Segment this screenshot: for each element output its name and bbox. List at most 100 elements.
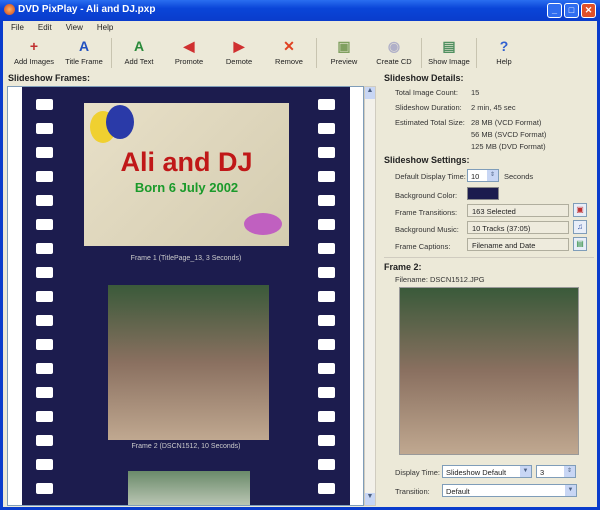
- create-cd-button[interactable]: ◉ Create CD: [369, 36, 419, 70]
- frame-3-thumbnail[interactable]: [128, 471, 250, 505]
- spinner-arrows-icon[interactable]: ⇕: [564, 466, 575, 477]
- show-image-icon: ▤: [442, 38, 456, 54]
- frame-title: Frame 2:: [384, 262, 422, 272]
- remove-icon: ✕: [283, 38, 295, 54]
- menu-view[interactable]: View: [66, 23, 83, 32]
- music-field: 10 Tracks (37:05): [467, 221, 569, 234]
- transition-selected: Default: [446, 487, 470, 496]
- default-display-time-spinner[interactable]: 10 ⇕: [467, 169, 499, 182]
- sprocket-hole: [318, 267, 335, 278]
- toolbar-label: Add Images: [13, 57, 55, 66]
- minimize-button[interactable]: _: [547, 3, 562, 18]
- maximize-button[interactable]: □: [564, 3, 579, 18]
- sprocket-hole: [318, 363, 335, 374]
- captions-field: Filename and Date: [467, 238, 569, 251]
- balloon-blue: [106, 105, 134, 139]
- sprocket-hole: [318, 99, 335, 110]
- detail-value: 15: [471, 88, 480, 97]
- sprocket-hole: [36, 195, 53, 206]
- sprocket-hole: [36, 435, 53, 446]
- frame-seconds-spinner[interactable]: 3 ⇕: [536, 465, 576, 478]
- promote-button[interactable]: ◀ Promote: [164, 36, 214, 70]
- display-time-selected: Slideshow Default: [446, 468, 507, 477]
- sprocket-hole: [318, 339, 335, 350]
- demote-button[interactable]: ▶ Demote: [214, 36, 264, 70]
- toolbar: + Add Images A Title Frame A Add Text ◀ Promote…: [9, 36, 529, 70]
- sprocket-hole: [36, 315, 53, 326]
- add-images-button[interactable]: + Add Images: [9, 36, 59, 70]
- frame-transition-label: Transition:: [395, 487, 430, 496]
- frame-transition-select[interactable]: Default ▼: [442, 484, 577, 497]
- detail-value: 125 MB (DVD Format): [471, 142, 546, 151]
- display-time-label: Default Display Time:: [395, 172, 466, 181]
- sprocket-hole: [36, 363, 53, 374]
- promote-icon: ◀: [183, 38, 195, 54]
- add-text-icon: A: [133, 38, 145, 54]
- toolbar-label: Promote: [174, 57, 204, 66]
- toolbar-separator: [111, 38, 112, 68]
- title-card-subtitle: Born 6 July 2002: [134, 180, 239, 195]
- help-icon: ?: [499, 38, 509, 54]
- sprocket-hole: [318, 387, 335, 398]
- close-button[interactable]: ✕: [581, 3, 596, 18]
- toolbar-label: Remove: [275, 57, 303, 66]
- menu-help[interactable]: Help: [97, 23, 113, 32]
- sprocket-hole: [318, 147, 335, 158]
- sprocket-hole: [318, 171, 335, 182]
- sprocket-hole: [36, 411, 53, 422]
- frame-2-thumbnail[interactable]: [108, 285, 269, 440]
- sprocket-hole: [318, 219, 335, 230]
- detail-value: 56 MB (SVCD Format): [471, 130, 547, 139]
- detail-label: Slideshow Duration:: [395, 103, 462, 112]
- title-frame-button[interactable]: A Title Frame: [59, 36, 109, 70]
- toolbar-separator: [316, 38, 317, 68]
- background-color-swatch[interactable]: [467, 187, 499, 200]
- sprocket-hole: [318, 411, 335, 422]
- app-icon: [4, 4, 15, 15]
- add-text-button[interactable]: A Add Text: [114, 36, 164, 70]
- frames-panel-title: Slideshow Frames:: [8, 73, 91, 83]
- scroll-up-button[interactable]: ▲: [365, 87, 375, 99]
- sprocket-hole: [318, 483, 335, 494]
- frames-list[interactable]: Ali and DJ Born 6 July 2002 Frame 1 (Tit…: [7, 86, 364, 506]
- menu-edit[interactable]: Edit: [38, 23, 52, 32]
- remove-button[interactable]: ✕ Remove: [264, 36, 314, 70]
- frame-display-time-select[interactable]: Slideshow Default ▼: [442, 465, 532, 478]
- toolbar-label: Add Text: [124, 57, 154, 66]
- sprocket-hole: [36, 171, 53, 182]
- sprocket-hole: [36, 219, 53, 230]
- sprocket-hole: [36, 123, 53, 134]
- sprocket-hole: [36, 267, 53, 278]
- scroll-down-button[interactable]: ▼: [365, 493, 375, 505]
- app-window: DVD PixPlay - Ali and DJ.pxp _ □ ✕ File …: [0, 0, 600, 510]
- frame-1-thumbnail[interactable]: Ali and DJ Born 6 July 2002: [84, 103, 289, 246]
- film-strip: Ali and DJ Born 6 July 2002 Frame 1 (Tit…: [22, 87, 350, 505]
- sprocket-hole: [36, 147, 53, 158]
- sprocket-hole: [36, 483, 53, 494]
- add-images-icon: +: [29, 38, 39, 54]
- toolbar-separator: [476, 38, 477, 68]
- transitions-label: Frame Transitions:: [395, 208, 458, 217]
- title-card-name: Ali and DJ: [120, 147, 253, 177]
- chevron-down-icon: ▼: [565, 485, 576, 496]
- show-image-button[interactable]: ▤ Show Image: [424, 36, 474, 70]
- captions-button[interactable]: ▤: [573, 237, 587, 251]
- music-button[interactable]: ♫: [573, 220, 587, 234]
- sprocket-hole: [318, 195, 335, 206]
- help-button[interactable]: ? Help: [479, 36, 529, 70]
- frames-scrollbar[interactable]: ▲ ▼: [364, 86, 376, 506]
- sprocket-hole: [36, 291, 53, 302]
- frame-filename: Filename: DSCN1512.JPG: [395, 275, 485, 284]
- captions-label: Frame Captions:: [395, 242, 451, 251]
- menu-file[interactable]: File: [11, 23, 24, 32]
- transitions-field: 163 Selected: [467, 204, 569, 217]
- toolbar-label: Create CD: [376, 57, 412, 66]
- sprocket-hole: [318, 459, 335, 470]
- spinner-arrows-icon[interactable]: ⇕: [487, 170, 498, 181]
- sprocket-hole: [36, 459, 53, 470]
- preview-button[interactable]: ▣ Preview: [319, 36, 369, 70]
- create-cd-icon: ◉: [387, 38, 401, 54]
- window-title: DVD PixPlay - Ali and DJ.pxp: [18, 4, 156, 15]
- frame-display-time-label: Display Time:: [395, 468, 441, 477]
- transitions-button[interactable]: ▣: [573, 203, 587, 217]
